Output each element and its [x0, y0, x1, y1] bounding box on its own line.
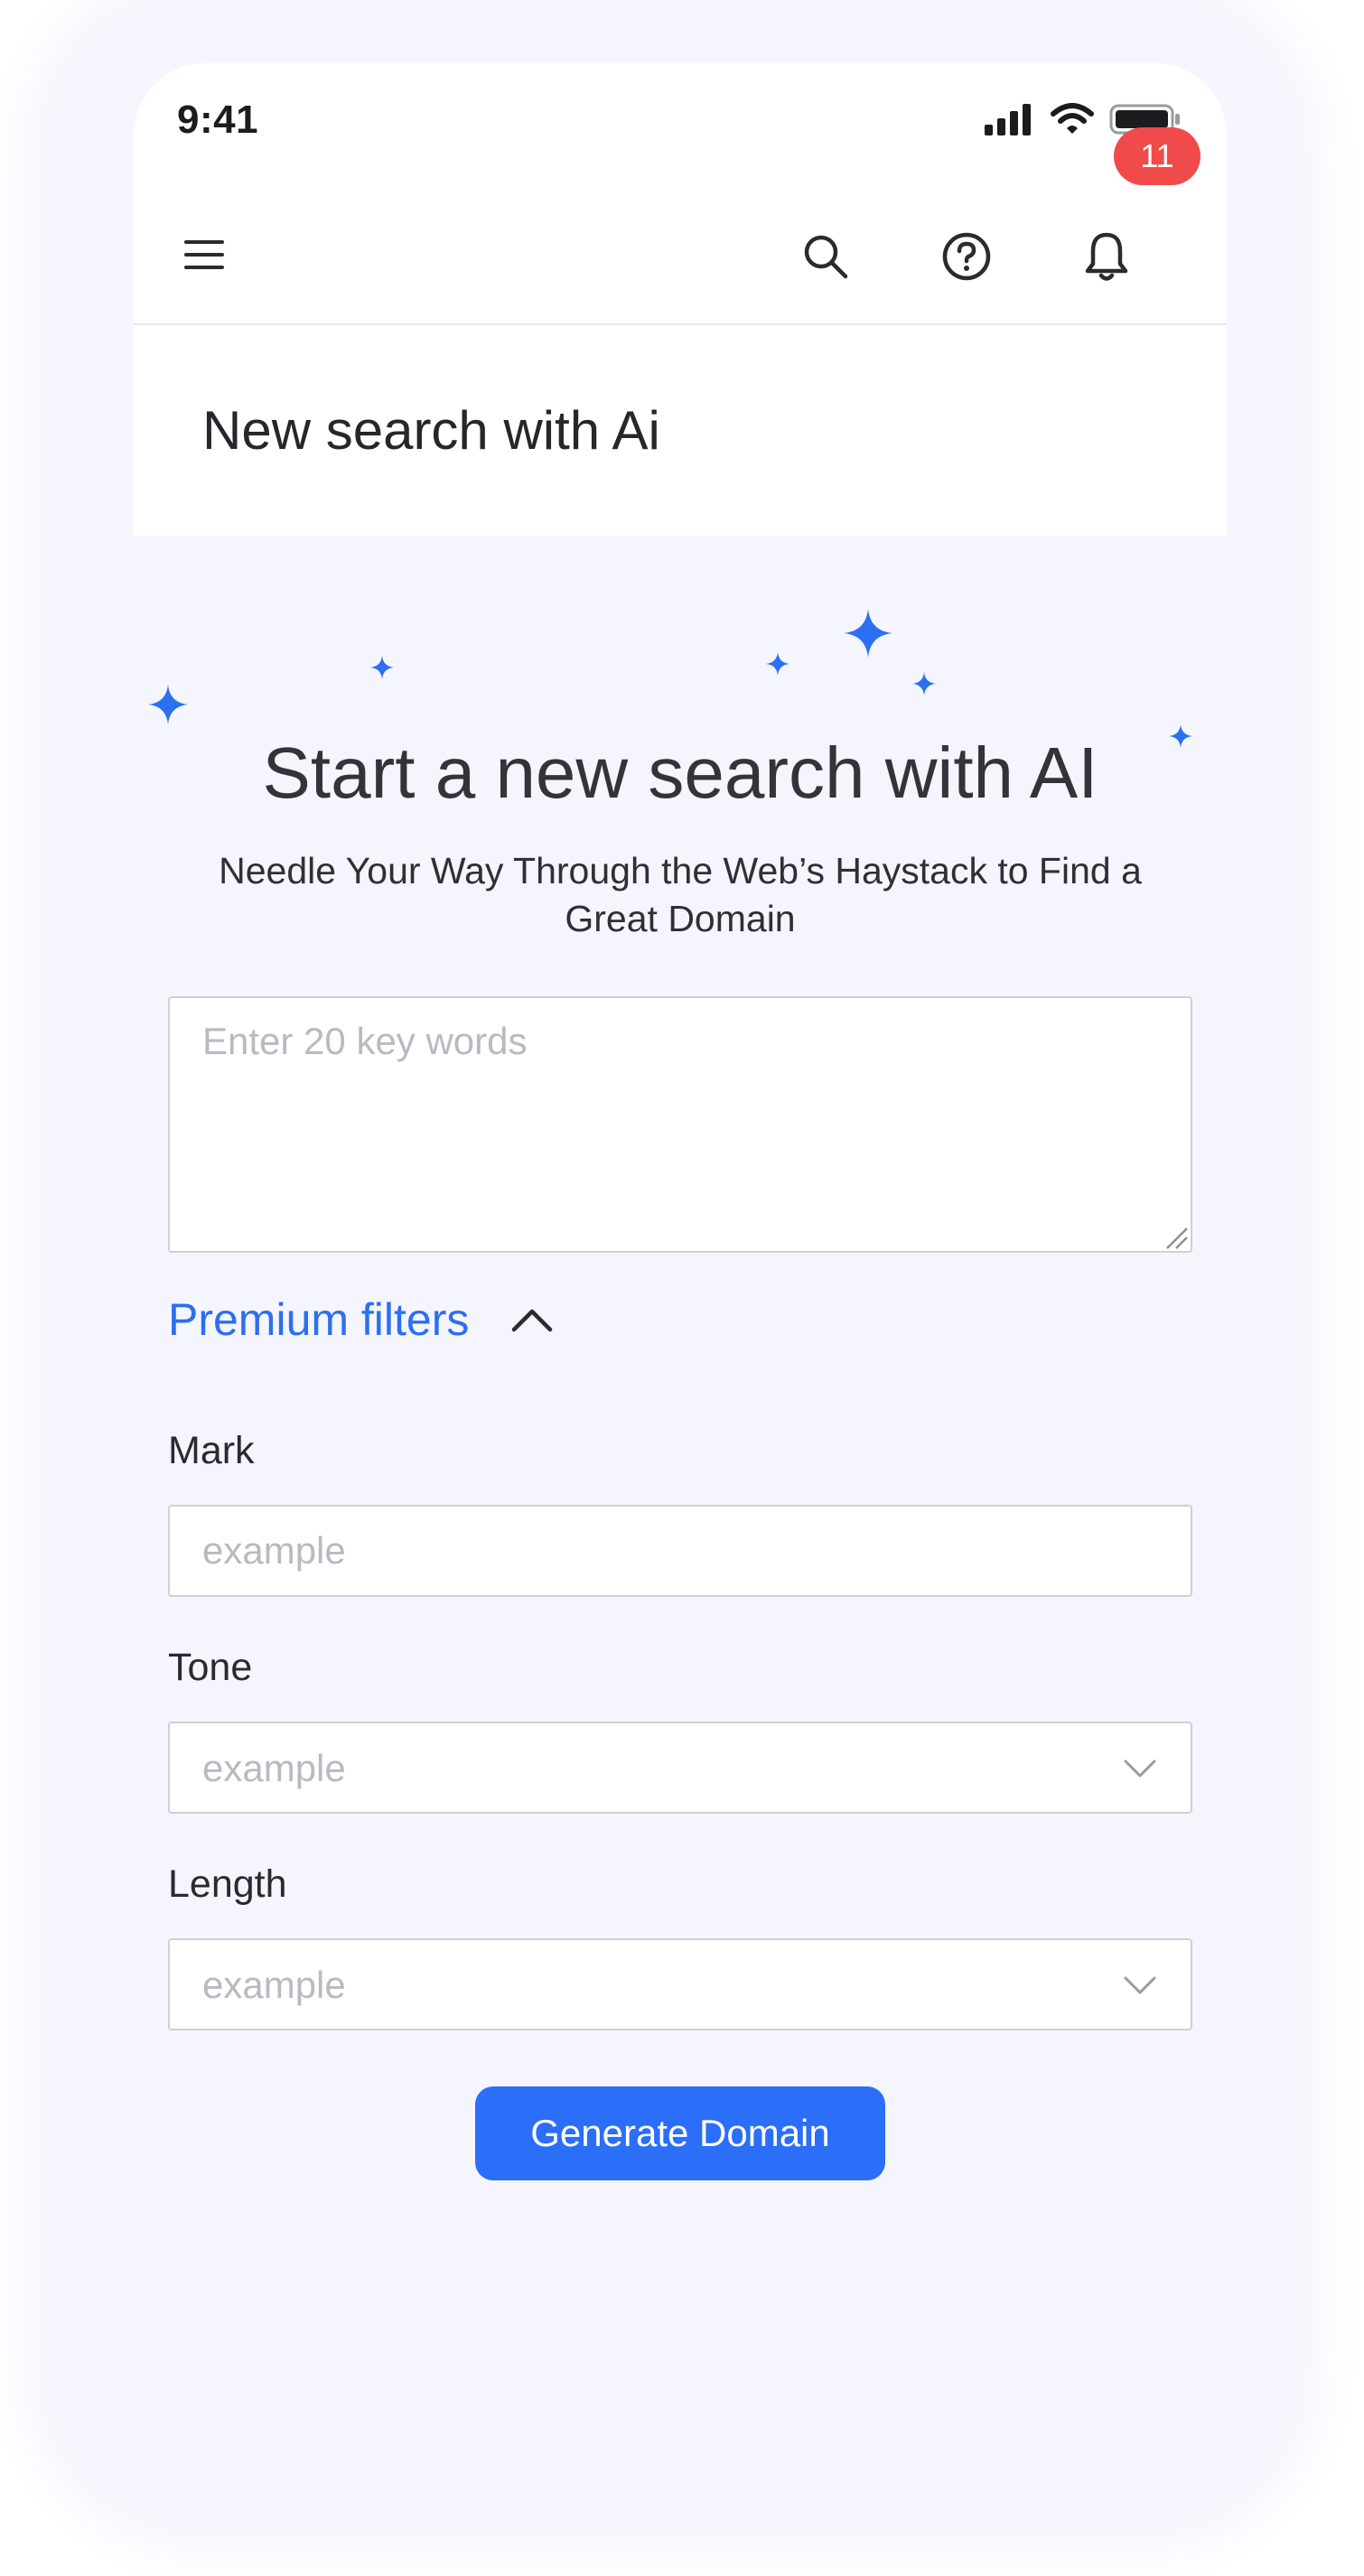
chevron-down-icon	[1124, 1976, 1156, 1994]
tone-select[interactable]: example	[168, 1722, 1192, 1814]
wifi-icon	[1051, 103, 1094, 134]
keywords-textarea[interactable]	[168, 996, 1192, 1253]
hero-title: Start a new search with AI	[262, 733, 1098, 813]
premium-filters-toggle[interactable]: Premium filters	[168, 1293, 556, 1346]
length-select-value: example	[202, 1964, 346, 2006]
tone-label: Tone	[168, 1646, 253, 1689]
search-button[interactable]	[797, 228, 855, 285]
premium-filters-label: Premium filters	[168, 1294, 470, 1345]
menu-button[interactable]	[177, 228, 231, 282]
page-title: New search with Ai	[202, 400, 660, 461]
search-icon	[804, 235, 848, 279]
hamburger-menu-icon	[184, 240, 224, 269]
hero-subtitle: Needle Your Way Through the Web’s Haysta…	[219, 850, 1142, 939]
question-circle-icon	[942, 232, 991, 281]
page: 9:41 11 New search with Ai Start a new s…	[0, 0, 1364, 2576]
signal-icon	[985, 104, 1031, 135]
help-button[interactable]	[938, 228, 995, 285]
sparkle-icon	[844, 609, 892, 658]
tone-select-value: example	[202, 1747, 346, 1789]
phone-frame: 9:41 11 New search with Ai Start a new s…	[134, 63, 1227, 2457]
app-bar	[134, 190, 1227, 325]
chevron-up-icon	[512, 1309, 553, 1332]
length-select[interactable]: example	[168, 1938, 1192, 2030]
sparkle-icon	[912, 672, 936, 695]
notifications-button[interactable]	[1078, 228, 1135, 285]
sparkle-icon	[370, 656, 394, 679]
mark-label: Mark	[168, 1429, 255, 1472]
generate-domain-button[interactable]: Generate Domain	[475, 2086, 885, 2180]
mark-input[interactable]	[168, 1505, 1192, 1597]
bell-icon	[1085, 232, 1128, 281]
resize-handle-icon[interactable]	[1163, 1225, 1189, 1250]
length-label: Length	[168, 1862, 287, 1906]
status-time: 9:41	[177, 98, 259, 142]
chevron-down-icon	[1124, 1759, 1156, 1778]
sparkle-icon	[148, 685, 188, 724]
top-section: 9:41 11 New search with Ai	[134, 63, 1227, 536]
sparkle-icon	[766, 652, 789, 676]
notification-badge: 11	[1114, 127, 1201, 185]
header-divider	[134, 323, 1227, 325]
